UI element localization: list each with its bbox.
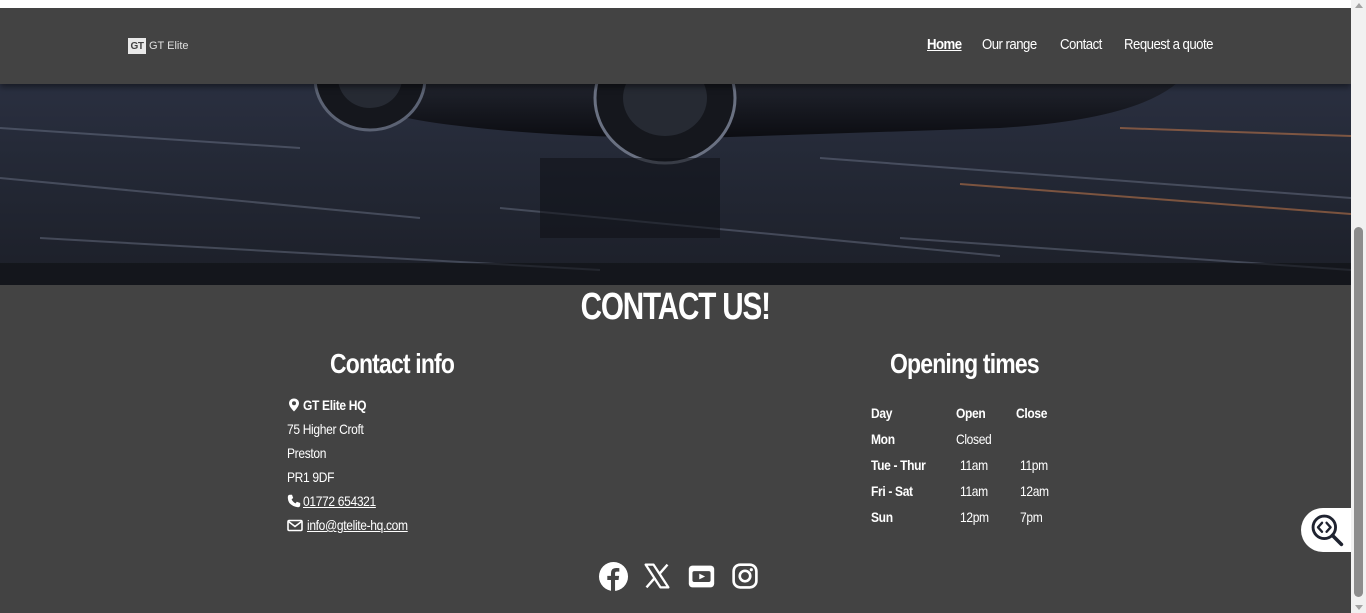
navbar: GT GT Elite Home Our range Contact Reque… [0,8,1351,84]
facebook-icon[interactable] [597,560,629,592]
open-cell: 11am [960,457,988,473]
phone-icon [287,494,301,508]
opening-times-title: Opening times [890,348,1040,379]
postcode: PR1 9DF [287,469,335,485]
nav-link-home[interactable]: Home [927,36,962,53]
open-cell: 11am [960,483,988,499]
contact-info-title: Contact info [330,348,455,379]
scrollbar-thumb[interactable] [1354,227,1363,597]
table-row: Tue - Thur 11am 11pm [868,452,1066,478]
day-cell: Sun [871,509,893,525]
brand-logo[interactable]: GT GT Elite [128,38,189,54]
table-row: Mon Closed [868,426,1066,452]
postcode-row: PR1 9DF [287,465,424,489]
top-strip [0,0,1351,8]
open-cell: Closed [956,431,992,447]
instagram-icon[interactable] [729,560,761,592]
email-link[interactable]: info@gtelite-hq.com [307,513,408,537]
email-line: info@gtelite-hq.com [287,513,424,537]
table-header-row: Day Open Close [868,400,1066,426]
section-title: CONTACT US! [580,286,771,328]
scroll-up-arrow-icon[interactable] [1355,3,1363,8]
business-name: GT Elite HQ [303,397,367,413]
close-cell: 12am [1020,483,1049,499]
address-line-2: Preston [287,445,327,461]
page: GT GT Elite Home Our range Contact Reque… [0,8,1351,613]
header-open: Open [956,405,986,421]
magnifier-code-icon [1311,514,1344,547]
map-marker-icon [289,398,299,412]
day-cell: Fri - Sat [871,483,913,499]
day-cell: Tue - Thur [871,457,926,473]
open-cell: 12pm [960,509,989,525]
youtube-icon[interactable] [685,560,717,592]
accessibility-zoom-button[interactable] [1301,508,1351,552]
close-cell [1016,426,1066,452]
brand-name: GT Elite [149,40,189,52]
main-nav: Home Our range Contact Request a quote [927,36,1225,53]
address-line-2-row: Preston [287,441,424,465]
nav-link-request-quote[interactable]: Request a quote [1124,36,1213,53]
table-row: Fri - Sat 11am 12am [868,478,1066,504]
header-close: Close [1016,405,1048,421]
header-day: Day [871,405,893,421]
close-cell: 7pm [1020,509,1043,525]
contact-details: GT Elite HQ 75 Higher Croft Preston PR1 … [287,393,424,537]
address-line-1: 75 Higher Croft [287,421,364,437]
scroll-down-arrow-icon[interactable] [1355,605,1363,610]
close-cell: 11pm [1020,457,1048,473]
address-line-1-row: 75 Higher Croft [287,417,424,441]
vertical-scrollbar[interactable] [1351,0,1366,613]
table-row: Sun 12pm 7pm [868,504,1066,530]
phone-line: 01772 654321 [287,489,424,513]
x-icon[interactable] [641,560,673,592]
day-cell: Mon [871,431,895,447]
envelope-icon [287,519,303,532]
phone-link[interactable]: 01772 654321 [303,489,376,513]
contact-name-line: GT Elite HQ [287,393,424,417]
nav-link-contact[interactable]: Contact [1060,36,1102,53]
opening-times-table: Day Open Close Mon Closed Tue - Thur 11a… [868,400,1066,530]
nav-link-our-range[interactable]: Our range [982,36,1037,53]
brand-mark: GT [128,38,146,54]
social-links [597,560,761,592]
